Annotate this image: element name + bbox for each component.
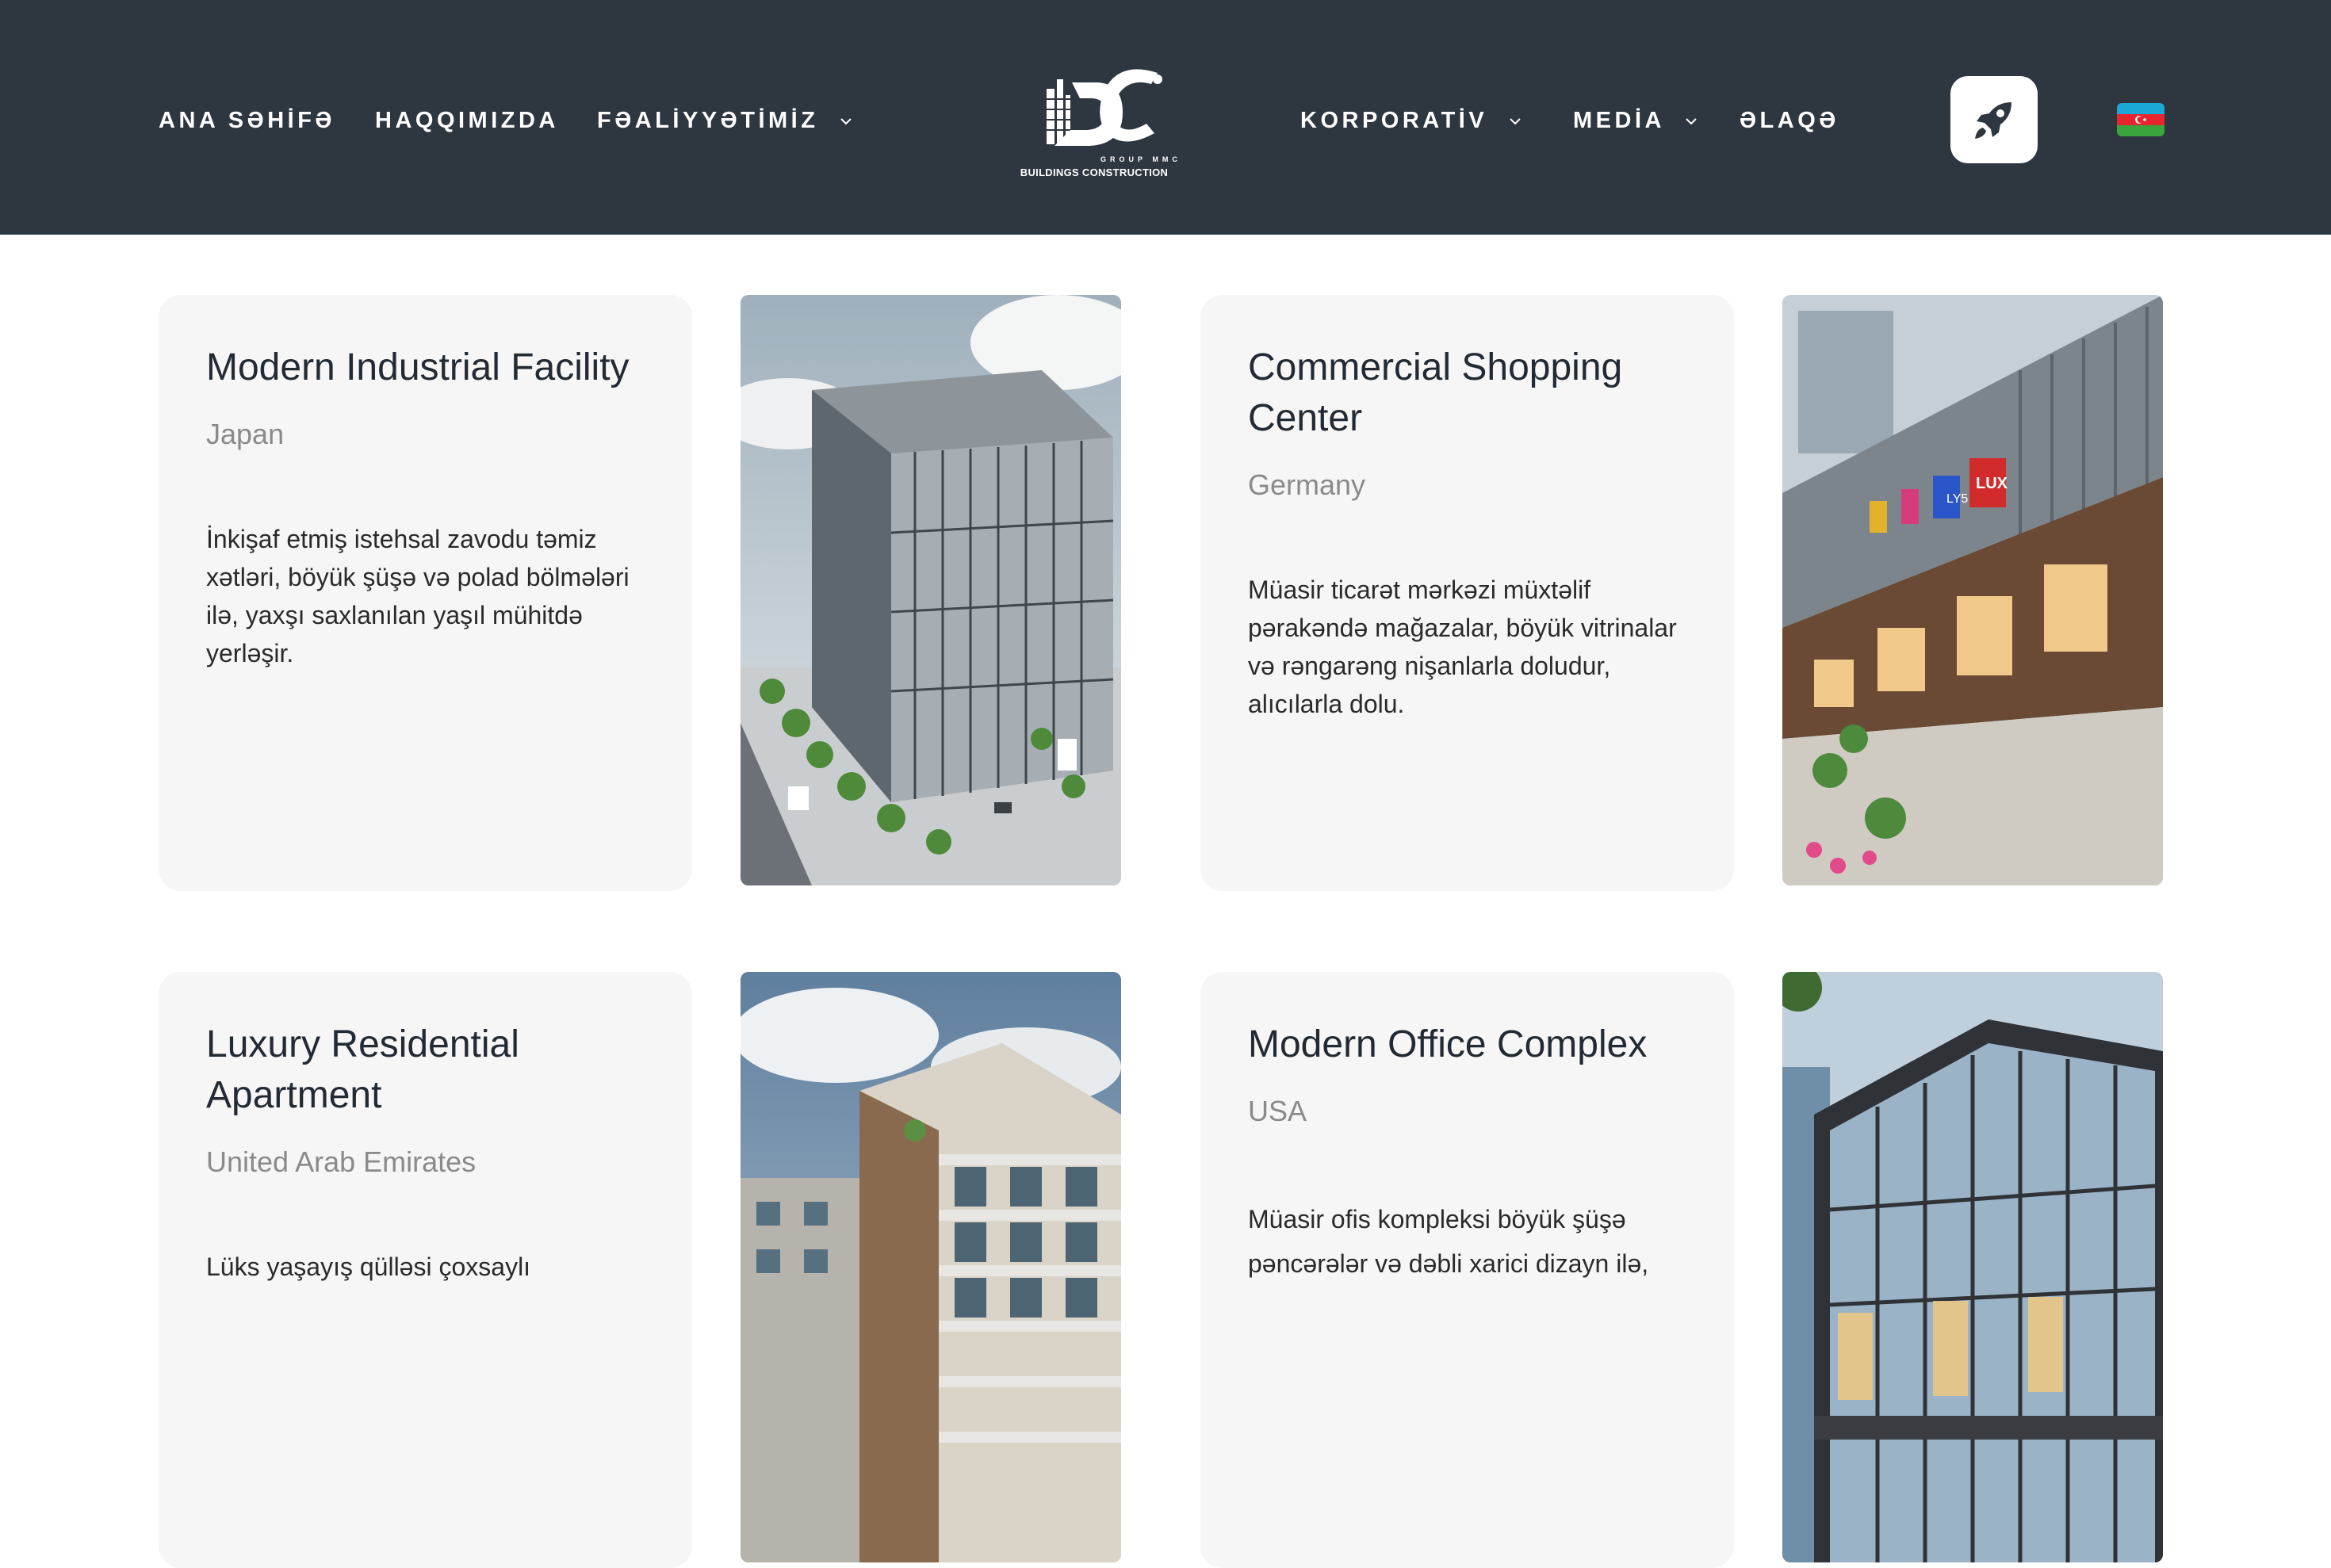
nav-activities-label: FƏALİYYƏTİMİZ — [597, 108, 819, 133]
nav-about[interactable]: HAQQIMIZDA — [375, 101, 559, 140]
nav-activities[interactable]: FƏALİYYƏTİMİZ — [597, 101, 852, 140]
logo-mark — [1047, 69, 1162, 146]
project-title: Commercial Shopping Center — [1248, 346, 1623, 439]
office-complex-image — [1782, 972, 2163, 1562]
chevron-down-icon — [1686, 118, 1698, 125]
nav-corporate-label: KORPORATİV — [1300, 108, 1488, 133]
project-description: Müasir ticarət mərkəzi müxtəlif pərakənd… — [1248, 576, 1677, 718]
nav-home[interactable]: ANA SƏHİFƏ — [159, 101, 335, 140]
logo-caption: BUILDINGS CONSTRUCTION — [1020, 166, 1169, 178]
project-country: USA — [1248, 1095, 1307, 1127]
chevron-down-icon — [1510, 118, 1521, 125]
project-title: Modern Industrial Facility — [206, 346, 630, 388]
nav-media-label: MEDİA — [1573, 108, 1664, 133]
project-country: Germany — [1248, 468, 1366, 501]
project-card-shopping[interactable]: Commercial Shopping Center Germany Müasi… — [1200, 295, 1734, 891]
project-title: Luxury Residential Apartment — [206, 1023, 519, 1116]
nav-home-label: ANA SƏHİFƏ — [159, 108, 335, 133]
shopping-center-image: LY5 LUX — [1782, 295, 2163, 885]
project-title: Modern Office Complex — [1248, 1023, 1648, 1065]
nav-corporate[interactable]: KORPORATİV — [1300, 101, 1521, 140]
project-country: Japan — [206, 418, 285, 450]
project-card-industrial[interactable]: Modern Industrial Facility Japan İnkişaf… — [159, 295, 692, 891]
nav-contact[interactable]: ƏLAQƏ — [1740, 101, 1839, 140]
rocket-button[interactable] — [1950, 76, 2038, 163]
site-header: ANA SƏHİFƏ HAQQIMIZDA FƏALİYYƏTİMİZ GROU… — [0, 0, 2331, 235]
sign-label: LUX — [1976, 475, 2008, 492]
language-flag-az[interactable] — [2117, 103, 2164, 136]
project-card-residential[interactable]: Luxury Residential Apartment United Arab… — [159, 972, 692, 1568]
project-card-office[interactable]: Modern Office Complex USA Müasir ofis ko… — [1200, 972, 1734, 1568]
rocket-icon — [1975, 102, 2011, 139]
project-description: Müasir ofis kompleksi böyük şüşə pəncərə… — [1248, 1205, 1649, 1278]
industrial-facility-image — [741, 295, 1121, 885]
nav-about-label: HAQQIMIZDA — [375, 108, 559, 133]
crescent-star-icon — [2135, 116, 2146, 124]
company-logo[interactable]: GROUP MMC BUILDINGS CONSTRUCTION — [1007, 55, 1181, 182]
project-country: United Arab Emirates — [206, 1145, 477, 1178]
nav-contact-label: ƏLAQƏ — [1740, 108, 1839, 133]
residential-apartment-image — [741, 972, 1121, 1562]
project-description: Lüks yaşayış qülləsi çoxsaylı — [206, 1252, 531, 1281]
project-description: İnkişaf etmiş istehsal zavodu təmiz xətl… — [206, 525, 630, 667]
chevron-down-icon — [840, 118, 852, 125]
logo-group-text: GROUP MMC — [1100, 155, 1181, 163]
sign-label: LY5 — [1946, 492, 1968, 506]
nav-media[interactable]: MEDİA — [1573, 101, 1698, 140]
